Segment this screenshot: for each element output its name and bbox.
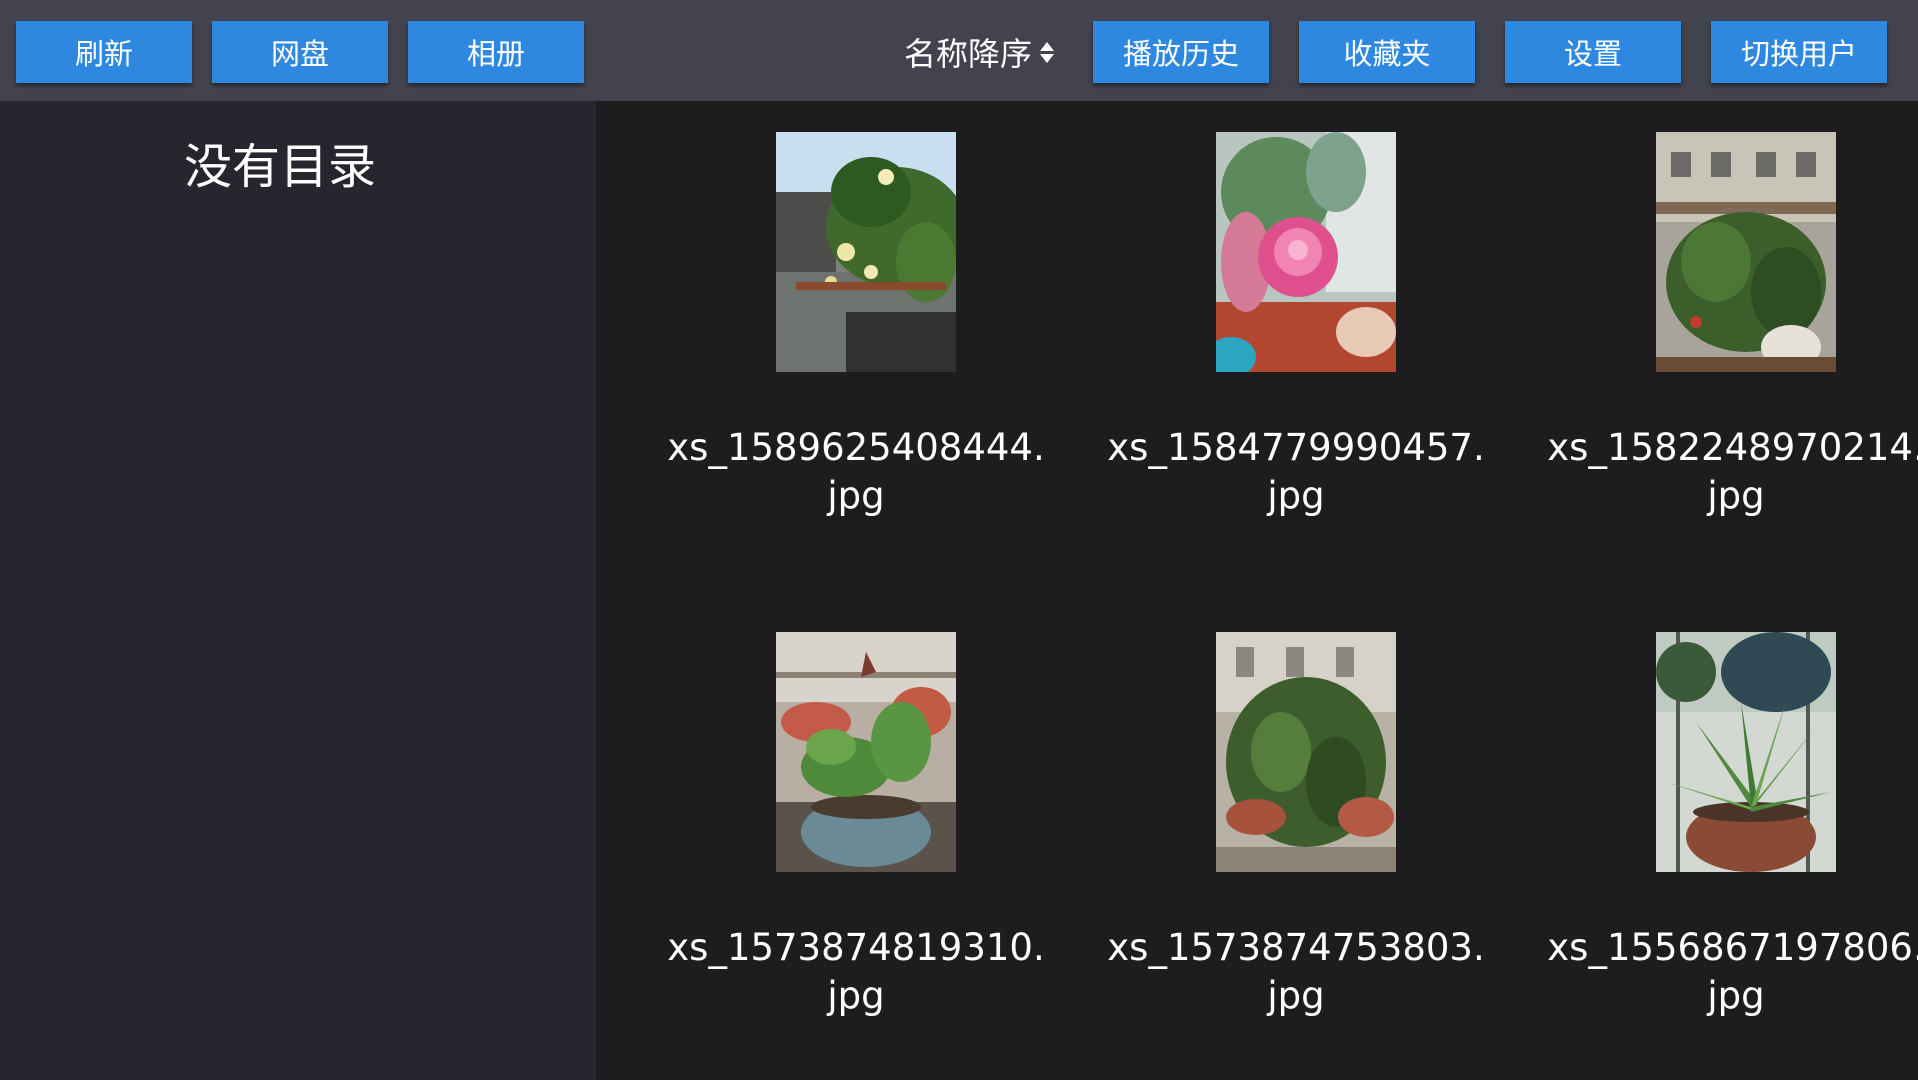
sort-label: 名称降序	[904, 35, 1033, 73]
directory-sidebar: 没有目录	[0, 101, 596, 1080]
photo-thumbnail-balcony-plant[interactable]	[1656, 132, 1836, 372]
sort-control[interactable]: 名称降序	[904, 21, 1055, 83]
file-name: xs_1589625408444. jpg	[667, 426, 1045, 517]
file-name: xs_1556867197806. jpg	[1547, 926, 1918, 1017]
photo-thumbnail-pink-rose[interactable]	[1216, 132, 1396, 372]
photo-thumbnail-orchid-pot[interactable]	[776, 632, 956, 872]
photo-thumbnail-yellow-flowers[interactable]	[776, 132, 956, 372]
file-name: xs_1584779990457. jpg	[1107, 426, 1485, 517]
file-name: xs_1582248970214. jpg	[1547, 426, 1918, 517]
no-directory-text: 没有目录	[183, 139, 376, 195]
album-button[interactable]: 相册	[408, 21, 584, 83]
photo-thumbnail-spider-plant[interactable]	[1656, 632, 1836, 872]
file-name: xs_1573874819310. jpg	[667, 926, 1045, 1017]
settings-button[interactable]: 设置	[1505, 21, 1681, 83]
refresh-button[interactable]: 刷新	[16, 21, 192, 83]
photo-browser-app: 刷新 网盘 相册 名称降序 播放历史 收藏夹 设置 切换用户 没有目录 xs_1…	[0, 0, 1918, 1080]
switch-user-button[interactable]: 切换用户	[1711, 21, 1887, 83]
sort-arrows-icon	[1040, 41, 1055, 63]
photo-thumbnail-leafy-plant[interactable]	[1216, 632, 1396, 872]
play-history-button[interactable]: 播放历史	[1093, 21, 1269, 83]
file-name: xs_1573874753803. jpg	[1107, 926, 1485, 1017]
favorites-button[interactable]: 收藏夹	[1299, 21, 1475, 83]
netdisk-button[interactable]: 网盘	[212, 21, 388, 83]
top-toolbar: 刷新 网盘 相册 名称降序 播放历史 收藏夹 设置 切换用户	[0, 0, 1918, 101]
file-grid: xs_1589625408444. jpg xs_1584779990457.	[596, 101, 1918, 1080]
